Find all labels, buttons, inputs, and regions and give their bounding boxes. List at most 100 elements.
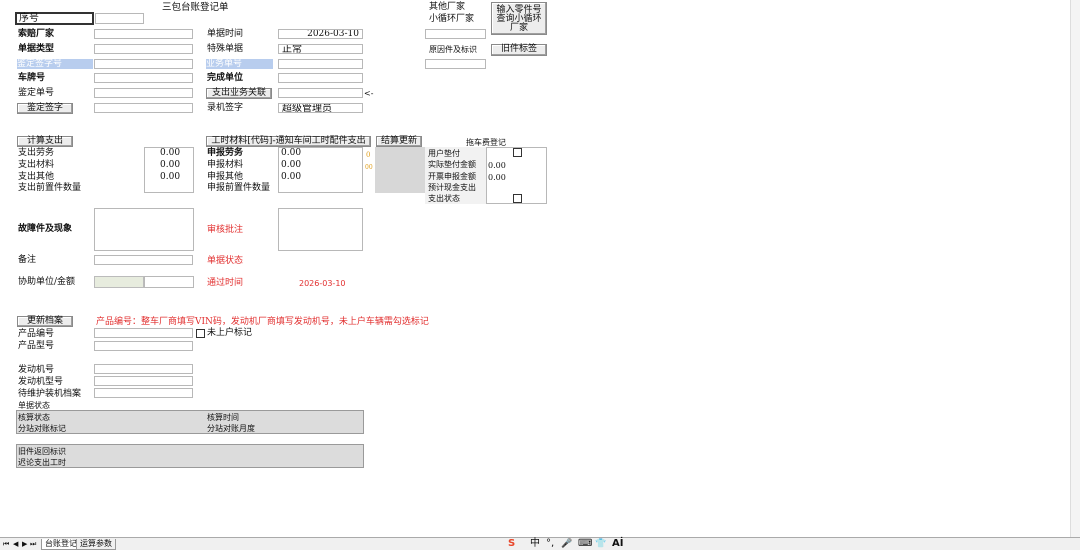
nav-first-icon[interactable]: ⏮ <box>3 539 9 550</box>
ime-chinese-toggle[interactable]: 中 <box>530 538 540 550</box>
expense-status-checkbox[interactable] <box>513 194 522 203</box>
product-no-label: 产品编号 <box>18 329 55 339</box>
update-archive-button[interactable]: 更新档案 <box>17 316 73 327</box>
declare-other-value[interactable]: 0.00 <box>281 172 301 183</box>
doc-type-label: 单据类型 <box>18 44 55 54</box>
audit-group: 核算状态 核算时间 分站对账标记 分站对账月度 <box>16 410 364 434</box>
complete-unit-label: 完成单位 <box>207 73 244 83</box>
small-loop-vendor-label: 小循环厂家 <box>429 14 475 24</box>
product-model-input[interactable] <box>94 341 193 351</box>
invoice-amount-value[interactable]: 0.00 <box>488 172 506 183</box>
complete-unit-input[interactable] <box>278 73 363 83</box>
assist-unit-label: 协助单位/金额 <box>18 277 76 287</box>
sub-reconcile-month-label: 分站对账月度 <box>207 424 255 433</box>
appraisal-sign-no-input[interactable] <box>94 59 193 69</box>
expense-link-input[interactable] <box>278 88 363 98</box>
declare-material-value[interactable]: 0.00 <box>281 160 301 171</box>
tab-ledger[interactable]: 台账登记 <box>41 539 81 550</box>
appraisal-no-label: 鉴定单号 <box>18 88 55 98</box>
claim-vendor-input[interactable] <box>94 29 193 39</box>
remark-label: 备注 <box>18 255 37 265</box>
expense-material-label: 支出材料 <box>18 160 55 170</box>
seq-input[interactable] <box>95 13 144 24</box>
appraisal-sign-button[interactable]: 鉴定签字 <box>17 103 73 114</box>
product-note: 产品编号：整车厂商填写VIN码，发动机厂商填写发动机号，未上户车辆需勾选标记 <box>96 317 429 327</box>
assist-amount-input[interactable] <box>144 276 194 288</box>
doc-type-input[interactable] <box>94 44 193 54</box>
calc-expense-button[interactable]: 计算支出 <box>17 136 73 147</box>
hours-material-button[interactable]: 工时材料[代码]-通知车间工时配件支出 <box>206 136 371 147</box>
engine-no-input[interactable] <box>94 364 193 374</box>
expense-link-button[interactable]: 支出业务关联 <box>206 88 272 99</box>
status-bar: ⏮ ◀ ▶ ⏭ 台账登记 运算参数 S 中 °, 🎤 ⌨ 👕 Aİ <box>0 537 1080 550</box>
expense-status-label: 支出状态 <box>428 194 460 203</box>
expense-other-value[interactable]: 0.00 <box>160 172 180 183</box>
pass-time-value: 2026-03-10 <box>299 279 346 288</box>
business-no-input[interactable] <box>278 59 363 69</box>
expense-labor-value[interactable]: 0.00 <box>160 148 180 159</box>
old-return-label: 旧件返回标识 <box>18 447 66 456</box>
expense-link-arrow: <- <box>364 89 374 98</box>
other-vendor-input[interactable] <box>425 29 486 39</box>
remark-input[interactable] <box>94 255 193 265</box>
appraisal-sign-input[interactable] <box>94 103 193 113</box>
pass-time-label: 通过时间 <box>207 278 244 288</box>
audit-note-textarea[interactable] <box>278 208 363 251</box>
marker-dots: 00 <box>365 164 373 171</box>
settle-update-button[interactable]: 结算更新 <box>376 136 422 147</box>
nav-prev-icon[interactable]: ◀ <box>13 539 18 550</box>
keyboard-icon[interactable]: ⌨ <box>578 538 592 550</box>
declare-labor-value[interactable]: 0.00 <box>281 148 301 159</box>
query-small-loop-button[interactable]: 输入零件号查询小循环厂家 <box>491 2 547 35</box>
declare-other-label: 申报其他 <box>207 172 244 182</box>
reason-part-label: 原因件及标识 <box>429 45 477 54</box>
nav-next-icon[interactable]: ▶ <box>22 539 27 550</box>
appraisal-sign-no-label: 鉴定签字号 <box>17 59 93 69</box>
doc-time-label: 单据时间 <box>207 29 244 39</box>
engine-model-label: 发动机型号 <box>18 377 64 387</box>
seq-field-label[interactable]: 序号 <box>15 12 94 25</box>
audit-time-label: 核算时间 <box>207 413 239 422</box>
ai-icon[interactable]: Aİ <box>612 538 623 550</box>
plate-no-label: 车牌号 <box>18 73 46 83</box>
expense-material-value[interactable]: 0.00 <box>160 160 180 171</box>
product-no-input[interactable] <box>94 328 193 338</box>
appraisal-no-input[interactable] <box>94 88 193 98</box>
tab-params[interactable]: 运算参数 <box>76 539 116 550</box>
audit-note-label: 审核批注 <box>207 225 244 235</box>
punctuation-icon[interactable]: °, <box>546 538 554 550</box>
assist-unit-input[interactable] <box>94 276 144 288</box>
ime-logo-icon[interactable]: S <box>508 538 515 550</box>
invoice-amount-label: 开票申报金额 <box>428 172 476 181</box>
actual-advance-value[interactable]: 0.00 <box>488 160 506 171</box>
expected-cash-label: 预计现金支出 <box>428 183 476 192</box>
engine-model-input[interactable] <box>94 376 193 386</box>
special-doc-select[interactable]: 正常 <box>278 44 363 54</box>
skin-icon[interactable]: 👕 <box>595 538 606 550</box>
fault-textarea[interactable] <box>94 208 194 251</box>
doc-status-label: 单据状态 <box>207 256 244 266</box>
fault-label: 故障件及现象 <box>18 224 73 234</box>
unregistered-checkbox[interactable] <box>196 329 205 338</box>
old-part-label-button[interactable]: 旧件标签 <box>491 44 547 56</box>
expense-labor-label: 支出劳务 <box>18 148 55 158</box>
plate-no-input[interactable] <box>94 73 193 83</box>
actual-advance-label: 实际垫付金额 <box>428 160 476 169</box>
nav-last-icon[interactable]: ⏭ <box>30 539 36 550</box>
user-advance-checkbox[interactable] <box>513 148 522 157</box>
declare-pre-parts-label: 申报前置件数量 <box>207 183 271 193</box>
mic-icon[interactable]: 🎤 <box>561 538 572 550</box>
declare-material-label: 申报材料 <box>207 160 244 170</box>
sub-reconcile-label: 分站对账标记 <box>18 424 66 433</box>
doc-time-input[interactable]: 2026-03-10 <box>278 29 363 39</box>
business-no-label: 业务单号 <box>206 59 273 69</box>
special-doc-label: 特殊单据 <box>207 44 244 54</box>
expense-other-label: 支出其他 <box>18 172 55 182</box>
maintenance-input[interactable] <box>94 388 193 398</box>
entry-sign-input[interactable]: 超级管理员 <box>278 103 363 113</box>
reason-part-input[interactable] <box>425 59 486 69</box>
vertical-scrollbar[interactable] <box>1070 0 1080 537</box>
return-group: 旧件返回标识 迟论支出工时 <box>16 444 364 468</box>
engine-no-label: 发动机号 <box>18 365 55 375</box>
entry-sign-label: 录机签字 <box>207 103 244 113</box>
